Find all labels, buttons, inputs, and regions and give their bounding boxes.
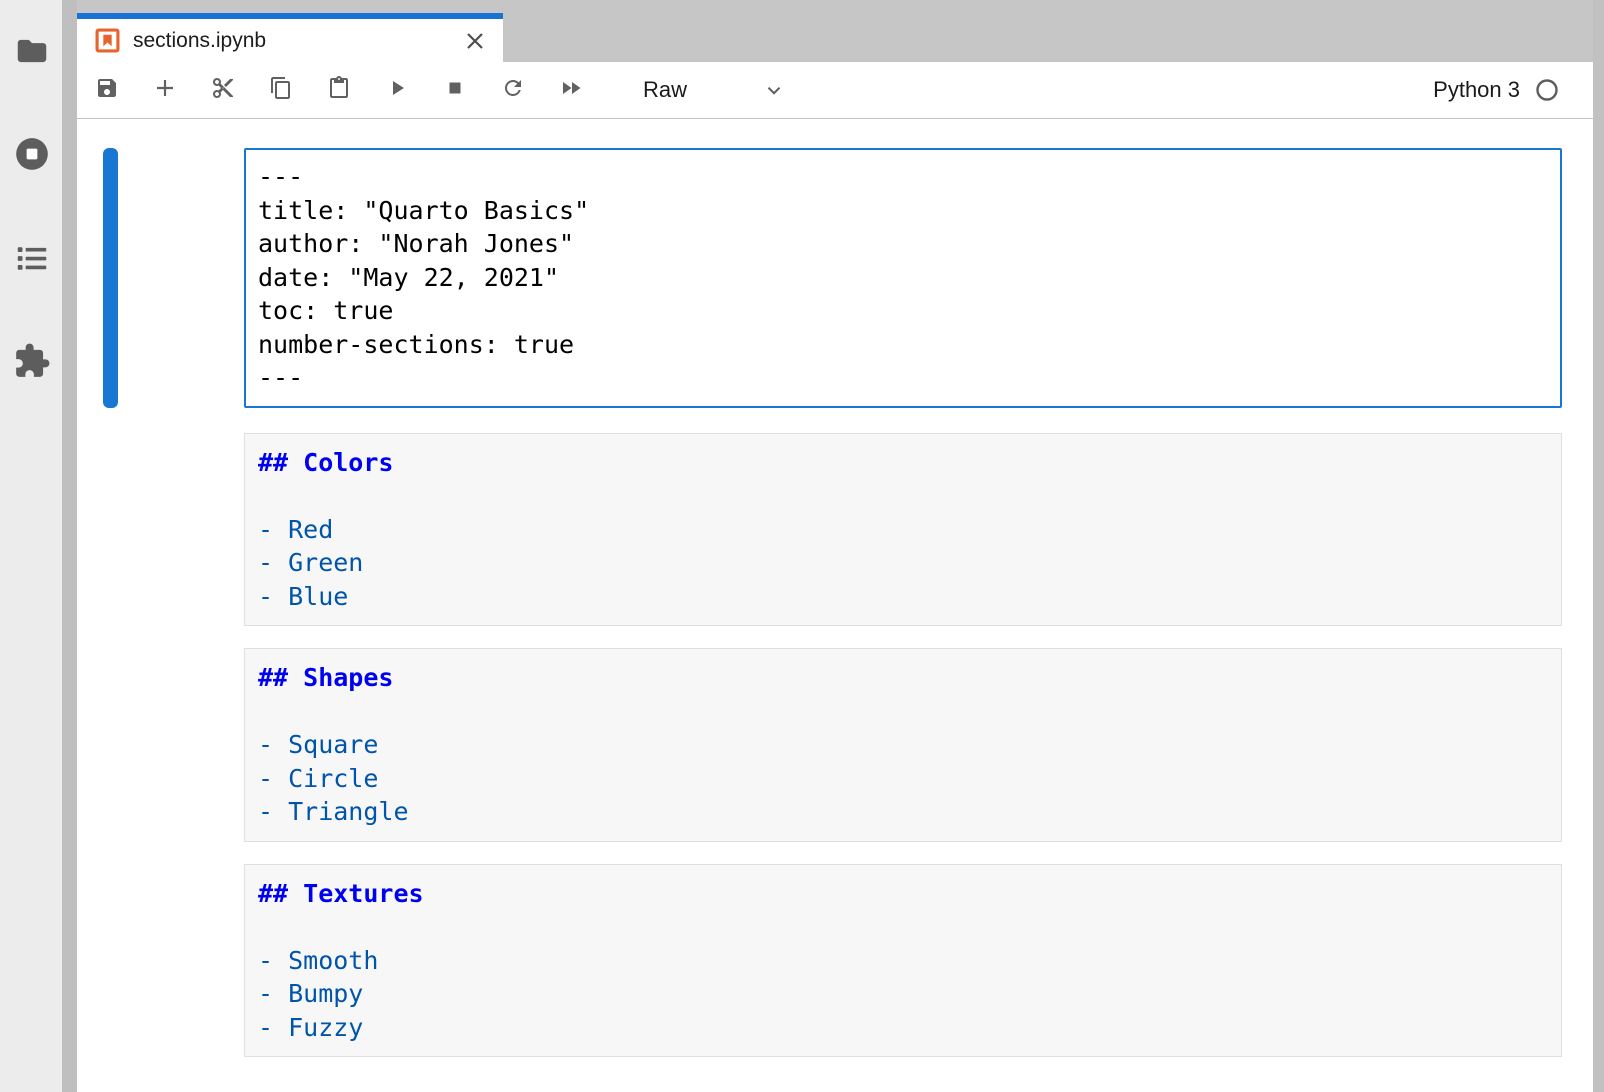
jupyterlab-window: sections.ipynb: [0, 0, 1604, 1092]
chevron-down-icon: [763, 79, 785, 101]
code-line: ---: [258, 160, 1552, 194]
markdown-cell-shapes[interactable]: ## Shapes - Square - Circle - Triangle: [244, 648, 1562, 842]
markdown-cell-textures[interactable]: ## Textures - Smooth - Bumpy - Fuzzy: [244, 864, 1562, 1058]
md-header-line: ## Colors: [258, 446, 1553, 480]
md-list-item: - Bumpy: [258, 977, 1553, 1011]
code-line: title: "Quarto Basics": [258, 194, 1552, 228]
notebook-panel: --- title: "Quarto Basics" author: "Nora…: [77, 119, 1604, 1057]
restart-run-all-button[interactable]: [559, 78, 583, 102]
md-header-line: ## Shapes: [258, 661, 1553, 695]
folder-icon: [13, 32, 51, 75]
cell-collapser[interactable]: [103, 148, 118, 408]
md-blank-line: [258, 479, 1553, 513]
add-icon: [153, 76, 177, 105]
tab-sections-ipynb[interactable]: sections.ipynb: [77, 13, 503, 62]
save-button[interactable]: [95, 78, 119, 102]
puzzle-icon: [13, 342, 51, 385]
tab-bar: sections.ipynb: [77, 0, 1604, 62]
code-line: toc: true: [258, 294, 1552, 328]
main-dock-panel: sections.ipynb: [77, 0, 1604, 1092]
paste-icon: [327, 76, 351, 105]
running-icon: [13, 135, 51, 178]
code-line: date: "May 22, 2021": [258, 261, 1552, 295]
sidebar-item-table-of-contents[interactable]: [13, 241, 51, 279]
cell-type-dropdown[interactable]: Raw: [643, 77, 785, 103]
md-blank-line: [258, 910, 1553, 944]
md-list-item: - Square: [258, 728, 1553, 762]
cell-type-value: Raw: [643, 77, 687, 103]
md-blank-line: [258, 695, 1553, 729]
restart-icon: [501, 76, 525, 105]
interrupt-kernel-button[interactable]: [443, 78, 467, 102]
restart-kernel-button[interactable]: [501, 78, 525, 102]
md-list-item: - Smooth: [258, 944, 1553, 978]
sidebar-item-file-browser[interactable]: [13, 34, 51, 72]
md-list-item: - Fuzzy: [258, 1011, 1553, 1045]
raw-cell-frontmatter[interactable]: --- title: "Quarto Basics" author: "Nora…: [244, 148, 1562, 408]
activity-sidebar: [0, 0, 62, 1092]
tab-title: sections.ipynb: [133, 29, 266, 53]
cut-cells-button[interactable]: [211, 78, 235, 102]
kernel-name[interactable]: Python 3: [1433, 77, 1520, 103]
stop-icon: [443, 76, 467, 105]
paste-cells-button[interactable]: [327, 78, 351, 102]
md-list-item: - Triangle: [258, 795, 1553, 829]
run-all-icon: [559, 76, 583, 105]
md-list-item: - Red: [258, 513, 1553, 547]
sidebar-item-running-kernels[interactable]: [13, 137, 51, 175]
save-icon: [95, 76, 119, 105]
notebook-toolbar: Raw Python 3: [77, 62, 1604, 119]
copy-icon: [269, 76, 293, 105]
markdown-cell-colors[interactable]: ## Colors - Red - Green - Blue: [244, 433, 1562, 627]
notebook-icon: [95, 28, 120, 53]
md-header-line: ## Textures: [258, 877, 1553, 911]
md-list-item: - Blue: [258, 580, 1553, 614]
close-icon[interactable]: [463, 29, 487, 53]
kernel-indicator: Python 3: [1433, 77, 1604, 103]
window-right-gutter: [1593, 0, 1604, 1092]
md-list-item: - Circle: [258, 762, 1553, 796]
sidebar-divider: [62, 0, 77, 1092]
cut-icon: [211, 76, 235, 105]
copy-cells-button[interactable]: [269, 78, 293, 102]
md-list-item: - Green: [258, 546, 1553, 580]
code-line: ---: [258, 361, 1552, 395]
run-icon: [385, 76, 409, 105]
insert-cell-button[interactable]: [153, 78, 177, 102]
code-line: author: "Norah Jones": [258, 227, 1552, 261]
sidebar-item-extensions[interactable]: [13, 344, 51, 382]
code-line: number-sections: true: [258, 328, 1552, 362]
toc-icon: [13, 239, 51, 282]
run-cell-button[interactable]: [385, 78, 409, 102]
kernel-status-icon[interactable]: [1535, 78, 1559, 102]
